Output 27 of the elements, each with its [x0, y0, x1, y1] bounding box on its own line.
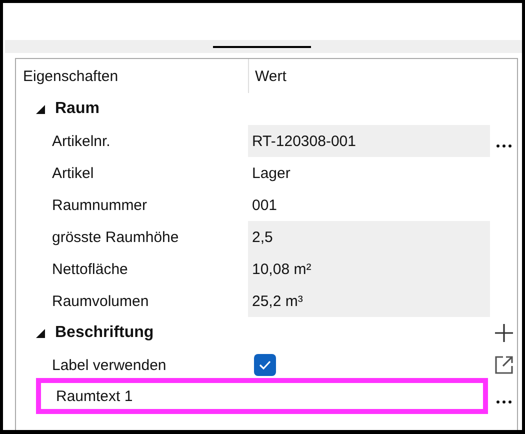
property-name: Raumnummer [51, 196, 148, 216]
check-icon [259, 360, 271, 370]
property-value[interactable]: Lager [248, 157, 490, 189]
property-value: 25,2 m³ [248, 285, 490, 317]
drag-handle[interactable] [212, 46, 310, 48]
property-name: Artikelnr. [51, 132, 112, 152]
group-title: Beschriftung [55, 324, 154, 342]
property-value: 2,5 [248, 221, 490, 253]
property-name: Artikel [51, 164, 95, 184]
collapse-icon[interactable] [36, 328, 45, 338]
property-value: 10,08 m² [248, 253, 490, 285]
external-link-icon[interactable] [494, 356, 512, 374]
property-value: RT-120308-001 [248, 125, 490, 157]
add-icon[interactable] [494, 324, 512, 342]
property-name: grösste Raumhöhe [51, 228, 180, 248]
column-header: Eigenschaften [22, 66, 120, 86]
property-name: Nettofläche [51, 260, 129, 280]
property-name: Label verwenden [51, 356, 168, 376]
column-header: Wert [248, 59, 490, 93]
collapse-icon[interactable] [36, 104, 45, 114]
checkbox[interactable] [254, 354, 276, 376]
property-value[interactable]: 001 [248, 189, 490, 221]
property-name: Raumvolumen [51, 292, 150, 312]
more-icon[interactable] [494, 144, 512, 148]
more-icon[interactable] [494, 400, 512, 404]
property-name: Raumtext 1 [56, 388, 133, 404]
group-title: Raum [55, 100, 100, 118]
